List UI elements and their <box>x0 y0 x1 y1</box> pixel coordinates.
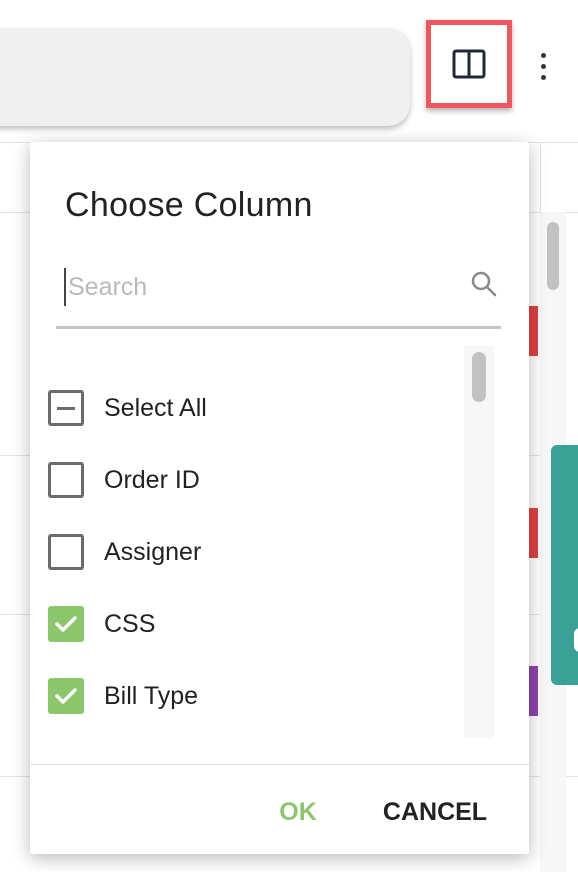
search-icon <box>471 271 497 297</box>
global-search-bar[interactable] <box>0 28 410 126</box>
unchecked-checkbox[interactable] <box>48 534 84 570</box>
side-panel-handle[interactable] <box>574 628 578 652</box>
column-option-label: Order ID <box>104 465 200 494</box>
grid-scrollbar-thumb[interactable] <box>547 222 559 290</box>
cancel-button[interactable]: CANCEL <box>376 792 494 832</box>
list-scrollbar-track[interactable] <box>464 346 494 738</box>
ok-button[interactable]: OK <box>270 792 326 832</box>
checked-checkbox[interactable] <box>48 606 84 642</box>
column-option-bill-type[interactable]: Bill Type <box>48 674 198 718</box>
column-search <box>56 254 501 329</box>
top-toolbar <box>0 0 578 142</box>
more-vertical-icon[interactable] <box>530 46 556 86</box>
column-option-order-id[interactable]: Order ID <box>48 458 200 502</box>
column-option-label: Assigner <box>104 537 202 566</box>
dialog-title: Choose Column <box>65 186 313 224</box>
column-option-label: Bill Type <box>104 681 199 710</box>
choose-columns-button[interactable] <box>426 20 512 108</box>
checked-checkbox[interactable] <box>48 678 84 714</box>
unchecked-checkbox[interactable] <box>48 462 84 498</box>
column-option-css[interactable]: CSS <box>48 602 155 646</box>
list-scrollbar-thumb[interactable] <box>472 352 486 402</box>
column-search-input[interactable] <box>64 268 460 306</box>
checkmark-icon <box>55 688 77 704</box>
choose-column-dialog: Choose Column Select All Order ID Assign… <box>30 142 529 854</box>
column-option-label: Select All <box>104 393 207 422</box>
checkmark-icon <box>55 616 77 632</box>
column-option-select-all[interactable]: Select All <box>48 386 207 430</box>
column-option-label: CSS <box>104 609 156 638</box>
column-option-assigner[interactable]: Assigner <box>48 530 201 574</box>
indeterminate-checkbox[interactable] <box>48 390 84 426</box>
columns-icon <box>452 49 486 79</box>
column-list: Select All Order ID Assigner CSS Bill Ty… <box>30 346 529 738</box>
dialog-footer-divider <box>30 764 529 765</box>
